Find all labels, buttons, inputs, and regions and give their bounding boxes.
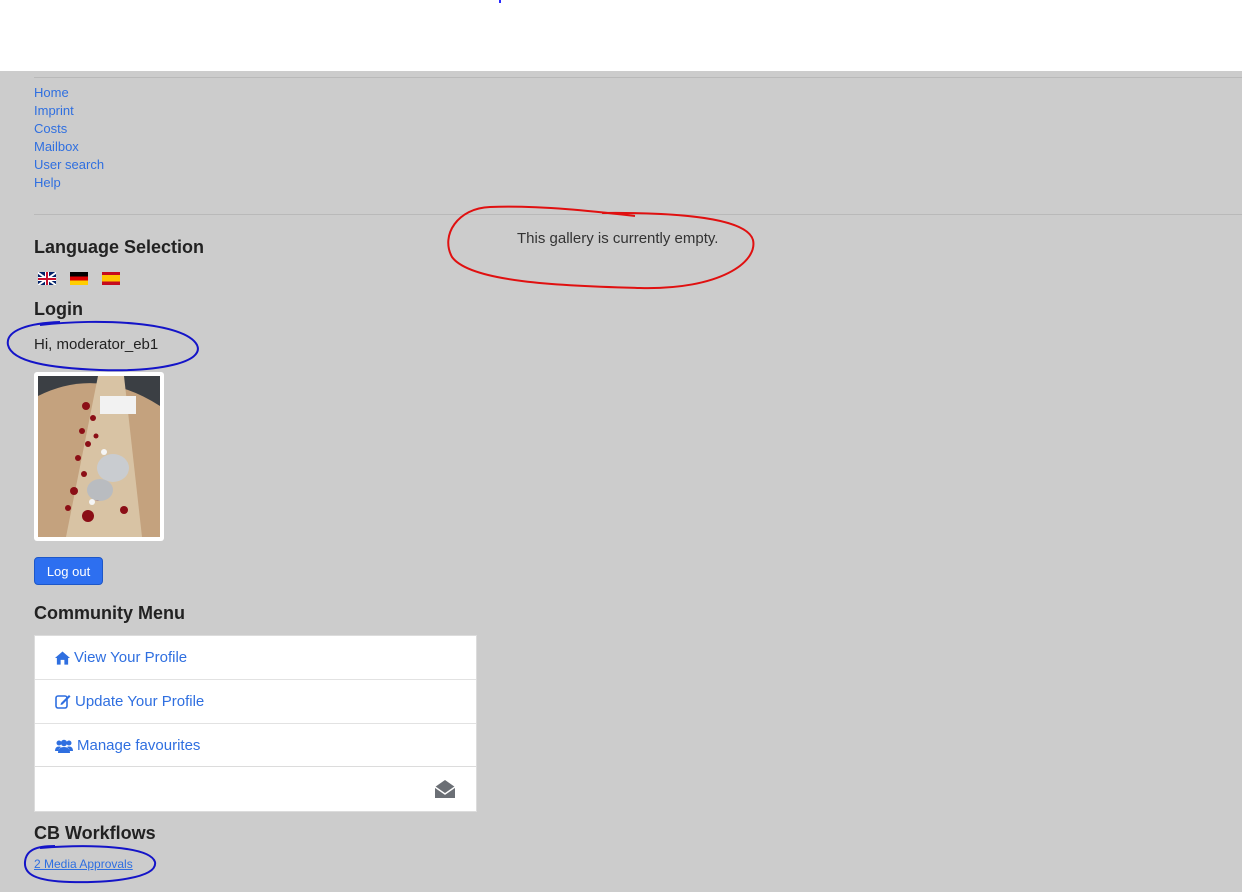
avatar-photo bbox=[38, 376, 160, 537]
media-approvals-link[interactable]: 2 Media Approvals bbox=[34, 857, 133, 871]
nav-link-help[interactable]: Help bbox=[34, 175, 61, 190]
avatar-photo-image bbox=[38, 376, 160, 537]
home-icon bbox=[55, 650, 70, 665]
nav-link-imprint[interactable]: Imprint bbox=[34, 103, 74, 118]
flag-es-icon[interactable] bbox=[102, 272, 120, 285]
edit-icon bbox=[55, 695, 71, 709]
flag-de-icon[interactable] bbox=[70, 272, 88, 285]
nav-link-home[interactable]: Home bbox=[34, 85, 69, 100]
community-menu-heading: Community Menu bbox=[34, 603, 185, 623]
community-menu: View Your Profile Update Your Profile Ma… bbox=[34, 635, 477, 768]
menu-item-label: View Your Profile bbox=[74, 649, 188, 666]
avatar[interactable] bbox=[34, 372, 164, 541]
users-icon bbox=[55, 739, 73, 753]
login-greeting: Hi, moderator_eb1 bbox=[34, 336, 159, 353]
language-flags bbox=[38, 272, 120, 285]
menu-item-view-profile[interactable]: View Your Profile bbox=[35, 636, 476, 680]
top-divider bbox=[34, 77, 1242, 78]
nav-item-mailbox[interactable]: Mailbox bbox=[34, 138, 104, 156]
nav-item-help[interactable]: Help bbox=[34, 174, 104, 192]
login-heading: Login bbox=[34, 299, 83, 319]
nav-link-costs[interactable]: Costs bbox=[34, 121, 67, 136]
flag-gb-icon[interactable] bbox=[38, 272, 56, 285]
mailbox-panel bbox=[34, 766, 477, 812]
menu-item-manage-favourites[interactable]: Manage favourites bbox=[35, 724, 476, 767]
menu-item-update-profile[interactable]: Update Your Profile bbox=[35, 680, 476, 724]
logout-button[interactable]: Log out bbox=[34, 557, 103, 585]
nav-item-user-search[interactable]: User search bbox=[34, 156, 104, 174]
menu-item-label: Update Your Profile bbox=[75, 693, 205, 710]
nav-divider bbox=[34, 214, 1242, 215]
menu-item-label: Manage favourites bbox=[77, 737, 201, 754]
nav-link-user-search[interactable]: User search bbox=[34, 157, 104, 172]
top-header bbox=[0, 0, 1242, 71]
nav-link-mailbox[interactable]: Mailbox bbox=[34, 139, 79, 154]
nav-item-imprint[interactable]: Imprint bbox=[34, 102, 104, 120]
main-nav: Home Imprint Costs Mailbox User search H… bbox=[34, 84, 104, 192]
nav-item-costs[interactable]: Costs bbox=[34, 120, 104, 138]
language-heading: Language Selection bbox=[34, 237, 205, 257]
workflows-heading: CB Workflows bbox=[34, 823, 156, 843]
header-marker bbox=[499, 0, 501, 3]
nav-item-home[interactable]: Home bbox=[34, 84, 104, 102]
gallery-empty-message: This gallery is currently empty. bbox=[517, 230, 719, 247]
envelope-open-icon[interactable] bbox=[434, 779, 456, 799]
